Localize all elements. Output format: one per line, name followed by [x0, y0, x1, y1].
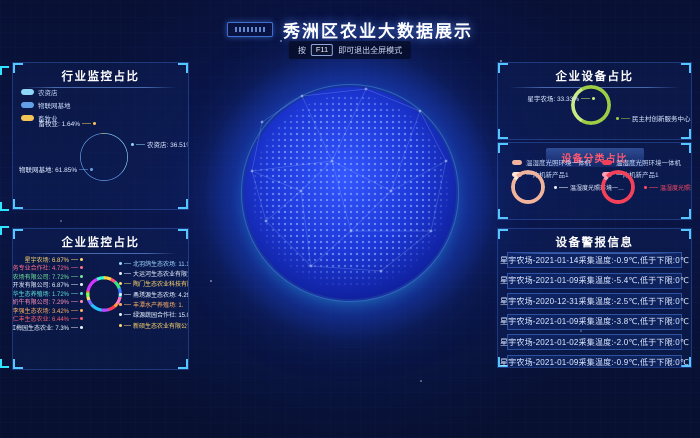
chart-label: 国开发有限公司: 6.87% — [12, 280, 83, 289]
panel-title: 设备警报信息 — [498, 234, 691, 250]
alarm-row: 星宇农场-2021-01-09采集温度:-0.9℃,低于下限:0℃ — [507, 355, 682, 369]
chart-label: 北羽鸽生态农场: 11.16% — [119, 259, 189, 268]
industry-monitor-panel: 行业监控占比 农资店 物联网基地 畜牧业 畜牧业 — [12, 62, 189, 210]
alarm-list: 星宇农场-2021-01-14采集温度:-0.9℃,低于下限:0℃ 星宇农场-2… — [507, 252, 682, 368]
edge-decoration — [0, 359, 9, 368]
legend-swatch — [512, 160, 522, 165]
dashboard-screen: 秀洲区农业大数据展示 按 F11 即可退出全屏模式 行业监控占比 农资店 物联网… — [0, 0, 700, 438]
edge-decoration — [0, 226, 9, 235]
chart-label: 中奶牛有限公司: 7.29% — [12, 297, 83, 306]
chart-label: 物联网基地: 61.85% — [19, 164, 93, 174]
chart-label: 甬琇源生态农场: 4.29% — [119, 290, 189, 299]
notice-suffix: 即可退出全屏模式 — [338, 45, 402, 56]
chart-label: 丰潭水产养殖场: 1. — [119, 300, 183, 309]
device-right-donut-chart — [601, 170, 635, 204]
title-divider — [24, 253, 177, 254]
device-classification-panel: 设备分类占比 温湿度光照环境一体机 一体机新产品1 温湿度光照环境一… — [497, 142, 692, 220]
legend-swatch — [602, 160, 612, 165]
chart-label: 红梅园生态农业: 7.3% — [12, 323, 83, 332]
globe-visualization — [244, 87, 456, 299]
alarm-row: 星宇农场-2021-01-09采集温度:-3.8℃,低于下限:0℃ — [507, 314, 682, 330]
legend-item: 农资店 — [21, 87, 71, 97]
chart-label: 新硕生态农业有限公司: 6.87% — [119, 321, 189, 330]
globe-dot-map — [252, 95, 448, 291]
page-title: 秀洲区农业大数据展示 — [283, 17, 473, 42]
notice-prefix: 按 — [298, 45, 306, 56]
legend-item: 温湿度光照环境一体机 — [512, 157, 591, 167]
alarm-row: 星宇农场-2021-01-02采集温度:-2.0℃,低于下限:0℃ — [507, 334, 682, 350]
panel-title: 企业设备占比 — [498, 68, 691, 84]
chart-label: 星宇农场: 33.33% — [527, 93, 595, 103]
legend-swatch — [21, 115, 34, 121]
chart-label: 畜牧业: 1.64% — [38, 118, 96, 128]
enterprise-donut-chart — [86, 276, 122, 312]
panel-title: 企业监控占比 — [13, 234, 188, 250]
alarm-row: 星宇农场-2020-12-31采集温度:-2.5℃,低于下限:0℃ — [507, 293, 682, 309]
chart-label: 绿源蔬园合作社: 15.02% — [119, 310, 189, 319]
equipment-ratio-panel: 企业设备占比 星宇农场: 33.33% 民主村创新服务中心: — [497, 62, 692, 140]
legend-item: 温湿度光照环境一体机 — [602, 157, 681, 167]
alarm-row: 星宇农场-2021-01-09采集温度:-5.4℃,低于下限:0℃ — [507, 273, 682, 289]
chart-label: 民主村创新服务中心: — [616, 113, 692, 123]
alarm-row: 星宇农场-2021-01-14采集温度:-0.9℃,低于下限:0℃ — [507, 252, 682, 268]
equipment-donut-chart — [571, 85, 611, 125]
fullscreen-notice: 按 F11 即可退出全屏模式 — [289, 41, 411, 59]
device-alarm-panel: 设备警报信息 星宇农场-2021-01-14采集温度:-0.9℃,低于下限:0℃… — [497, 228, 692, 368]
panel-title: 行业监控占比 — [13, 68, 188, 84]
f11-key-badge: F11 — [311, 44, 333, 56]
enterprise-monitor-panel: 企业监控占比 星宇农场: 6.87% 科润服务专业合作社: 4.72% 家庭农场… — [12, 228, 189, 370]
legend-swatch — [21, 102, 34, 108]
chart-label: 大运河生态农业有限责任公 — [119, 269, 189, 278]
edge-decoration — [0, 66, 9, 75]
legend-swatch — [21, 89, 34, 95]
chart-label: 农资店: 36.51% — [131, 139, 189, 149]
device-left-donut-chart — [511, 170, 545, 204]
header: 秀洲区农业大数据展示 — [0, 17, 700, 42]
edge-decoration — [0, 202, 9, 211]
chart-label: 科润服务专业合作社: 4.72% — [12, 263, 83, 272]
legend-item: 物联网基地 — [21, 100, 71, 110]
chart-label: 温湿度光照环境一… — [644, 183, 692, 192]
chart-label: 仁丰生态农业: 6.44% — [13, 314, 83, 323]
logo-badge — [227, 22, 273, 37]
chart-label: 陶门生态农业科技有限公 — [119, 279, 189, 288]
